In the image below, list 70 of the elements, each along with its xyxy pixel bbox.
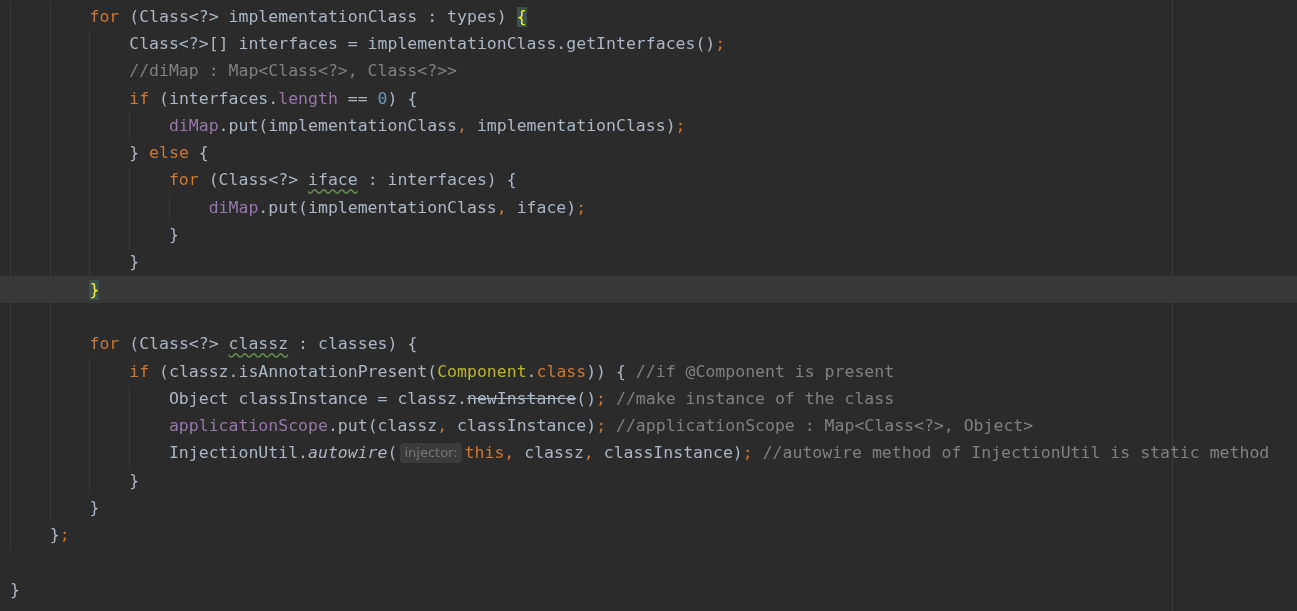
code-text: } [129,470,140,491]
code-text: classz [523,443,584,464]
code-text: Object classInstance = classz. [168,388,467,409]
punctuation: ; [576,197,587,218]
code-text: == [346,88,369,109]
code-text: { [197,143,209,164]
code-comment: //applicationScope : Map<Class<?>, Object> [615,416,1034,437]
code-text: (Class<?> [207,170,300,191]
identifier-with-warning: iface [308,170,358,191]
code-comment: //make instance of the class [614,388,895,409]
punctuation: ; [596,388,607,409]
identifier-with-warning: classz [228,334,289,355]
code-text: .put(implementationClass [258,197,497,218]
code-text: (interfaces. [158,88,279,109]
code-text: (Class<?> [128,334,220,355]
matched-brace: { [516,6,527,27]
code-text: Class<?>[] interfaces = implementationClass.getInterfaces() [129,33,716,54]
punctuation: ; [596,416,607,437]
punctuation: , [457,115,467,136]
punctuation: ; [742,443,753,464]
number-literal: 0 [377,88,388,109]
code-text: ) { [387,88,418,109]
code-text: . [526,361,537,382]
code-text: classInstance) [602,443,743,464]
field-name: diMap [208,197,259,218]
code-text: } [10,579,20,600]
code-comment: //diMap : Map<Class<?>, Class<?>> [129,61,458,82]
class-name: Component [437,361,527,382]
keyword: if [129,88,150,109]
code-text: classInstance) [456,416,597,437]
matched-brace: } [89,279,100,300]
code-text: () [576,388,597,409]
keyword: for [168,170,199,191]
code-text: } [89,498,100,518]
code-text: } [129,252,140,273]
code-text: } [129,143,141,164]
deprecated-method: newInstance [466,388,577,409]
code-text: )) { [586,361,627,382]
code-text: .put(classz [327,416,438,437]
code-text: implementationClass) [475,115,676,136]
punctuation: , [504,443,515,464]
code-text: InjectionUtil. [168,443,308,464]
code-text: } [168,225,179,245]
field-name: length [278,88,338,109]
punctuation: , [437,416,448,437]
static-method: autowire [308,443,388,464]
code-text: (classz.isAnnotationPresent( [158,361,438,382]
keyword: if [129,361,150,382]
keyword: class [536,361,587,382]
code-text: (Class<?> implementationClass : types) [128,6,508,27]
field-name: applicationScope [168,416,328,437]
code-text: : interfaces) { [366,170,517,191]
code-text: .put(implementationClass [218,115,458,136]
field-name: diMap [168,115,219,136]
code-text: ( [387,443,398,464]
keyword: for [89,334,120,355]
punctuation: ; [715,33,726,54]
punctuation: , [583,443,594,464]
punctuation: ; [675,115,686,136]
code-text: } [49,525,60,546]
keyword: else [149,143,189,164]
keyword: this [464,443,505,464]
punctuation: , [496,197,507,218]
punctuation: ; [59,525,70,546]
code-text: : classes) { [297,334,418,355]
keyword: for [89,6,120,27]
parameter-hint: injector: [400,443,462,464]
code-comment: //autowire method of InjectionUtil is static method [761,443,1270,464]
code-comment: //if @Component is present [635,361,895,382]
code-text: iface) [515,197,577,218]
